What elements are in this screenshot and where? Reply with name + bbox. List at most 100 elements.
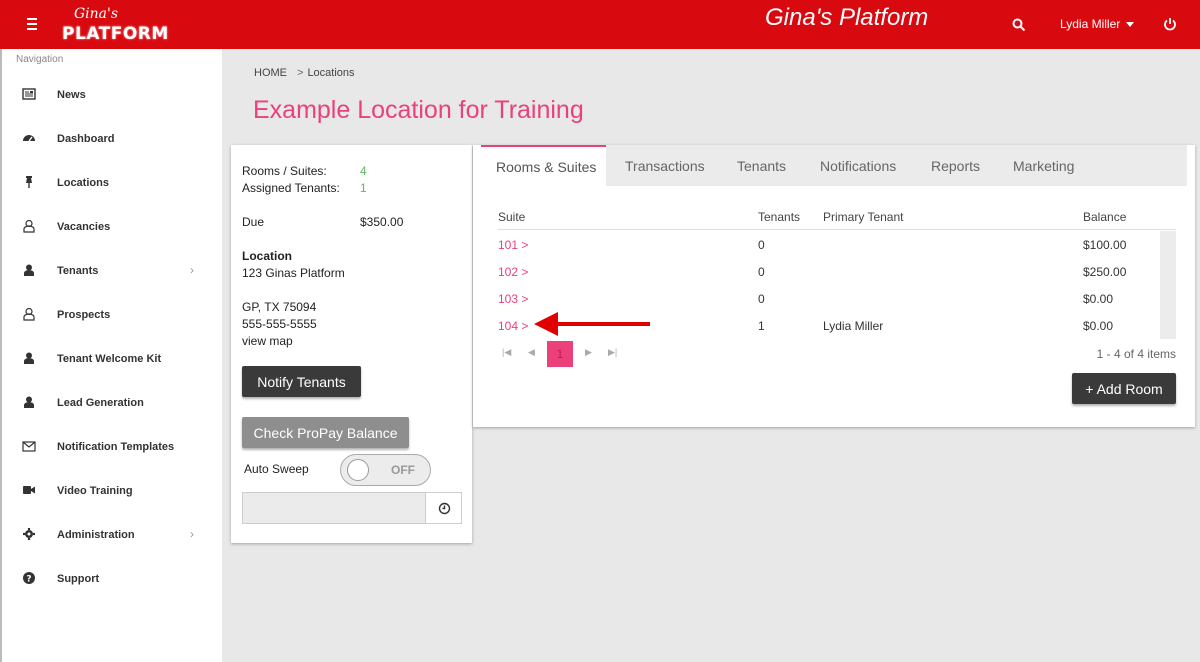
auto-sweep-toggle[interactable]: OFF bbox=[340, 454, 431, 486]
location-summary-panel: Rooms / Suites: 4 Assigned Tenants: 1 Du… bbox=[231, 145, 472, 543]
sidebar-item-label: Dashboard bbox=[57, 133, 115, 145]
column-header-tenants[interactable]: Tenants bbox=[758, 210, 800, 224]
rooms-panel: Rooms & Suites Transactions Tenants Noti… bbox=[473, 145, 1195, 427]
suite-link[interactable]: 101 > bbox=[498, 238, 528, 252]
sidebar-item-tenant-welcome-kit[interactable]: Tenant Welcome Kit bbox=[2, 340, 222, 376]
logo-word-text: PLATFORM bbox=[62, 24, 169, 44]
hamburger-menu-icon[interactable] bbox=[24, 15, 40, 33]
grid-pager: |◀ ◀ 1 ▶ ▶| 1 - 4 of 4 items bbox=[498, 341, 1176, 367]
tab-marketing[interactable]: Marketing bbox=[1013, 145, 1074, 186]
breadcrumb: HOME > Locations bbox=[254, 67, 355, 79]
column-header-primary-tenant[interactable]: Primary Tenant bbox=[823, 210, 903, 224]
sidebar-item-label: Lead Generation bbox=[57, 397, 144, 409]
sidebar-item-label: Tenant Welcome Kit bbox=[57, 353, 162, 365]
sidebar-item-tenants[interactable]: Tenants › bbox=[2, 252, 222, 288]
chevron-right-icon: › bbox=[190, 263, 194, 277]
sidebar-item-label: Support bbox=[57, 573, 100, 585]
grid-header: Suite Tenants Primary Tenant Balance bbox=[498, 210, 1176, 230]
gear-icon bbox=[23, 528, 35, 540]
sidebar-item-vacancies[interactable]: Vacancies bbox=[2, 208, 222, 244]
sidebar-item-label: Vacancies bbox=[57, 221, 111, 233]
tab-strip: Rooms & Suites Transactions Tenants Noti… bbox=[481, 145, 1187, 186]
user-name: Lydia Miller bbox=[1060, 17, 1121, 31]
breadcrumb-current: Locations bbox=[307, 67, 355, 79]
sweep-time-input[interactable] bbox=[242, 492, 426, 524]
toggle-state-text: OFF bbox=[391, 463, 415, 477]
suite-link[interactable]: 104 > bbox=[498, 319, 528, 333]
user-menu[interactable]: Lydia Miller bbox=[1060, 17, 1135, 31]
brand-title: Gina's Platform bbox=[765, 4, 929, 31]
top-bar: Gina's PLATFORM Gina's Platform Lydia Mi… bbox=[0, 0, 1200, 49]
next-page-icon[interactable]: ▶ bbox=[585, 347, 592, 358]
suite-link[interactable]: 103 > bbox=[498, 292, 528, 306]
pager-summary: 1 - 4 of 4 items bbox=[1096, 347, 1176, 361]
primary-tenant: Lydia Miller bbox=[823, 319, 884, 333]
sidebar: Navigation News Dashboard Locations Vaca… bbox=[0, 49, 222, 662]
sidebar-item-news[interactable]: News bbox=[2, 76, 222, 112]
tenant-count: 0 bbox=[758, 292, 765, 306]
grid-scrollbar[interactable] bbox=[1160, 231, 1176, 339]
toggle-knob bbox=[347, 459, 369, 481]
column-header-suite[interactable]: Suite bbox=[498, 210, 525, 224]
navigation-section-label: Navigation bbox=[16, 54, 64, 65]
tenant-count: 0 bbox=[758, 238, 765, 252]
page-number-button[interactable]: 1 bbox=[547, 341, 573, 367]
sidebar-item-label: Prospects bbox=[57, 309, 111, 321]
last-page-icon[interactable]: ▶| bbox=[608, 347, 617, 358]
add-room-button[interactable]: + Add Room bbox=[1072, 373, 1176, 404]
user-icon bbox=[24, 396, 34, 408]
check-propay-balance-button[interactable]: Check ProPay Balance bbox=[242, 417, 409, 448]
clock-icon bbox=[438, 502, 451, 515]
tenant-count: 0 bbox=[758, 265, 765, 279]
auto-sweep-label: Auto Sweep bbox=[244, 462, 309, 476]
address-line-1: 123 Ginas Platform bbox=[242, 266, 345, 280]
caret-down-icon bbox=[1126, 22, 1135, 28]
platform-logo[interactable]: Gina's PLATFORM bbox=[60, 6, 170, 46]
power-icon[interactable] bbox=[1163, 17, 1177, 31]
previous-page-icon[interactable]: ◀ bbox=[528, 347, 535, 358]
envelope-icon bbox=[22, 441, 36, 452]
column-header-balance[interactable]: Balance bbox=[1083, 210, 1126, 224]
page-title: Example Location for Training bbox=[253, 96, 584, 124]
tab-notifications[interactable]: Notifications bbox=[820, 145, 896, 186]
table-row: 101 > 0 $100.00 bbox=[498, 231, 1158, 258]
tab-rooms-suites[interactable]: Rooms & Suites bbox=[481, 145, 606, 186]
sidebar-item-label: Administration bbox=[57, 529, 135, 541]
question-circle-icon: ? bbox=[23, 572, 35, 585]
view-map-link[interactable]: view map bbox=[242, 334, 293, 348]
tab-reports[interactable]: Reports bbox=[931, 145, 980, 186]
assigned-tenants-count: 1 bbox=[360, 181, 367, 195]
tab-tenants[interactable]: Tenants bbox=[737, 145, 786, 186]
due-amount: $350.00 bbox=[360, 215, 404, 229]
sidebar-item-lead-generation[interactable]: Lead Generation bbox=[2, 384, 222, 420]
dashboard-icon bbox=[23, 135, 35, 142]
tab-transactions[interactable]: Transactions bbox=[625, 145, 705, 186]
sidebar-item-label: Notification Templates bbox=[57, 441, 175, 453]
newspaper-icon bbox=[22, 88, 36, 100]
balance: $0.00 bbox=[1083, 292, 1114, 306]
phone-number: 555-555-5555 bbox=[242, 317, 317, 331]
rooms-label: Rooms / Suites: bbox=[242, 164, 327, 178]
notify-tenants-button[interactable]: Notify Tenants bbox=[242, 366, 361, 397]
sidebar-item-dashboard[interactable]: Dashboard bbox=[2, 120, 222, 156]
sidebar-item-administration[interactable]: Administration › bbox=[2, 516, 222, 552]
address-line-2: GP, TX 75094 bbox=[242, 300, 317, 314]
sidebar-item-locations[interactable]: Locations bbox=[2, 164, 222, 200]
first-page-icon[interactable]: |◀ bbox=[502, 347, 511, 358]
breadcrumb-home-link[interactable]: HOME bbox=[254, 67, 287, 79]
sidebar-item-notification-templates[interactable]: Notification Templates bbox=[2, 428, 222, 464]
sidebar-item-support[interactable]: ? Support bbox=[2, 560, 222, 596]
search-icon[interactable] bbox=[1012, 18, 1026, 32]
suite-link[interactable]: 102 > bbox=[498, 265, 528, 279]
sidebar-item-label: News bbox=[57, 89, 86, 101]
location-heading: Location bbox=[242, 249, 292, 263]
sidebar-item-video-training[interactable]: Video Training bbox=[2, 472, 222, 508]
user-outline-icon bbox=[23, 219, 35, 233]
balance: $0.00 bbox=[1083, 319, 1114, 333]
time-picker-button[interactable] bbox=[425, 492, 462, 524]
logo-script-text: Gina's bbox=[74, 6, 119, 22]
sidebar-item-prospects[interactable]: Prospects bbox=[2, 296, 222, 332]
annotation-arrow-icon bbox=[534, 312, 650, 336]
table-row: 102 > 0 $250.00 bbox=[498, 258, 1158, 285]
sidebar-item-label: Tenants bbox=[57, 265, 99, 277]
